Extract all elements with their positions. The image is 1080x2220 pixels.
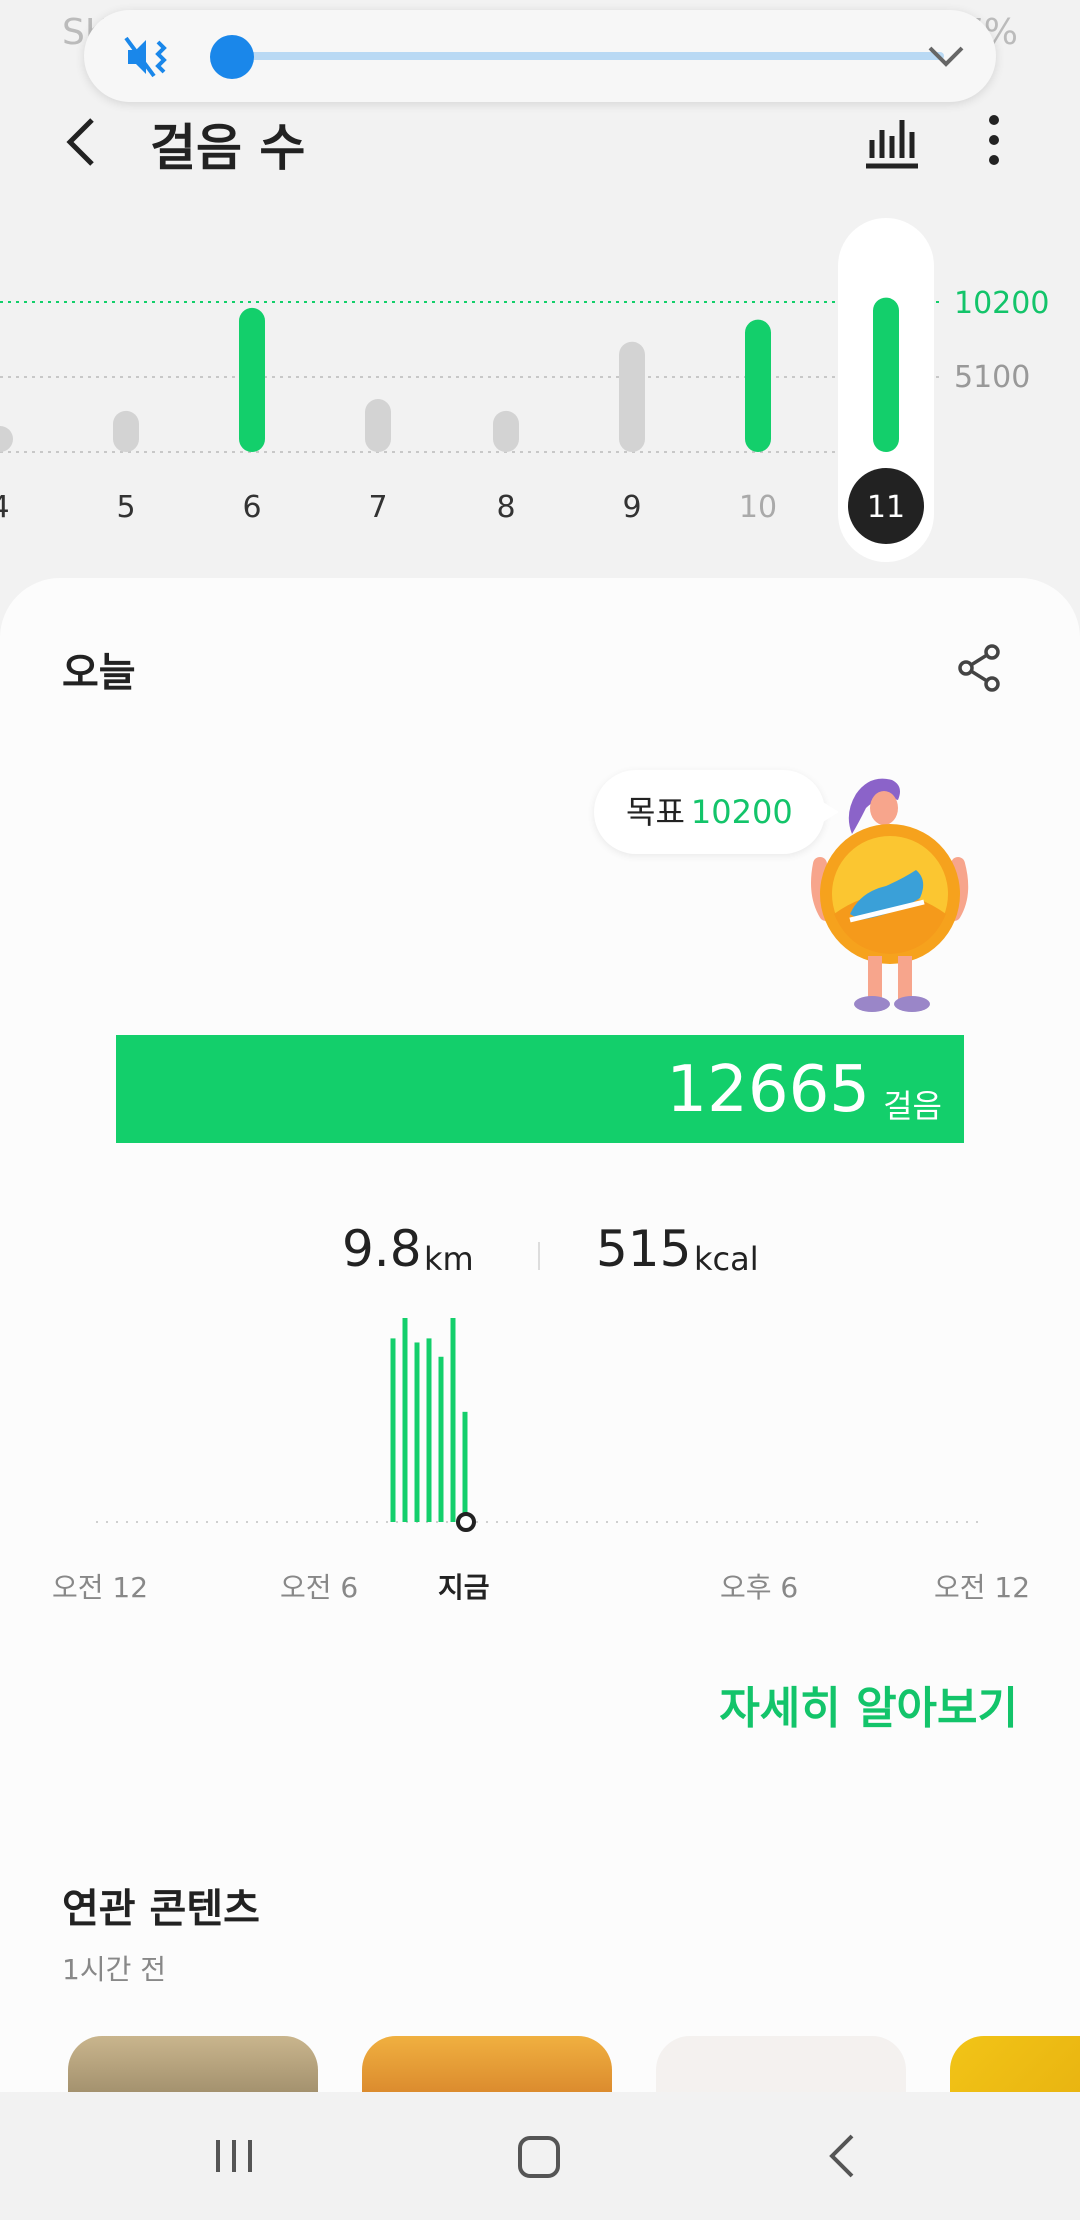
calories-value: 515 (596, 1220, 692, 1278)
volume-slider-thumb[interactable] (210, 35, 254, 79)
daily-steps-progress-bar: 12665 걸음 (116, 1035, 964, 1143)
distance-calorie-stats: 9.8 km 515 kcal (0, 1218, 1080, 1298)
goal-value: 10200 (690, 793, 793, 831)
hourly-bar (462, 1411, 468, 1522)
day-bar-7[interactable] (365, 399, 391, 452)
back-chevron-icon[interactable] (56, 110, 116, 174)
stats-divider (538, 1242, 540, 1270)
day-label-10[interactable]: 10 (739, 490, 777, 525)
day-bar-10[interactable] (745, 319, 771, 452)
volume-panel (84, 10, 996, 102)
hourly-bar (438, 1356, 444, 1522)
steps-count: 12665 (666, 1053, 870, 1127)
distance-value: 9.8 (342, 1220, 422, 1278)
nav-back-icon[interactable] (826, 2132, 858, 2180)
goal-reference-label: 10200 (954, 286, 1050, 321)
more-vertical-icon[interactable] (976, 110, 1012, 170)
hourly-bar (450, 1318, 456, 1522)
day-label-11[interactable]: 11 (867, 490, 905, 525)
hourly-bar (426, 1338, 432, 1522)
distance-unit: km (424, 1240, 474, 1278)
mute-vibrate-icon[interactable] (124, 34, 180, 80)
day-bar-4[interactable] (0, 426, 13, 452)
weekly-steps-chart[interactable]: 4 5 6 7 8 9 10 11 10200 5100 (0, 210, 1080, 570)
day-bar-8[interactable] (493, 410, 519, 452)
related-content-title: 연관 콘텐츠 (62, 1886, 260, 1932)
day-label-9[interactable]: 9 (622, 490, 641, 525)
related-thumbnail[interactable] (656, 2036, 906, 2092)
hourly-chart-svg (96, 1318, 986, 1532)
today-card: 오늘 목표 10200 12665 걸음 9.8 km 515 kcal 오전 … (0, 578, 1080, 2092)
related-thumbnail[interactable] (362, 2036, 612, 2092)
time-label-now: 지금 (438, 1571, 490, 1604)
hourly-steps-chart: 오전 12 오전 6 지금 오후 6 오전 12 (0, 1318, 1080, 1604)
hourly-bar (390, 1338, 396, 1522)
day-bar-9[interactable] (619, 341, 645, 452)
steps-unit: 걸음 (883, 1087, 942, 1125)
chevron-down-icon[interactable] (924, 38, 968, 74)
day-label-7[interactable]: 7 (368, 490, 387, 525)
related-thumbnail[interactable] (68, 2036, 318, 2092)
now-marker (456, 1512, 476, 1532)
recent-apps-icon[interactable] (212, 2136, 256, 2176)
calories-unit: kcal (694, 1240, 759, 1278)
related-content-carousel[interactable] (0, 2036, 1080, 2092)
day-label-8[interactable]: 8 (496, 490, 515, 525)
home-icon[interactable] (516, 2134, 562, 2180)
related-content-time: 1시간 전 (62, 1953, 166, 1986)
goal-bubble: 목표 10200 (594, 770, 839, 854)
bar-chart-icon[interactable] (862, 110, 922, 170)
day-bar-6[interactable] (239, 307, 265, 452)
time-label-midnight-end: 오전 12 (934, 1571, 1031, 1604)
learn-more-link[interactable]: 자세히 알아보기 (719, 1672, 1018, 1736)
time-label-six-am: 오전 6 (280, 1571, 359, 1604)
page-title: 걸음 수 (150, 119, 306, 177)
hourly-bar (402, 1318, 408, 1522)
half-goal-reference-label: 5100 (954, 360, 1031, 395)
weekly-chart-svg: 4 5 6 7 8 9 10 11 (0, 218, 940, 562)
day-bar-11[interactable] (873, 297, 899, 452)
time-label-midnight-am: 오전 12 (52, 1571, 149, 1604)
day-label-6[interactable]: 6 (242, 490, 261, 525)
goal-label: 목표 (626, 793, 685, 831)
system-navigation-bar (0, 2092, 1080, 2220)
hourly-bar (414, 1342, 420, 1522)
day-bar-5[interactable] (113, 410, 139, 452)
day-label-5[interactable]: 5 (116, 490, 135, 525)
related-thumbnail[interactable] (950, 2036, 1080, 2092)
app-bar: 걸음 수 (0, 104, 1080, 180)
time-label-six-pm: 오후 6 (720, 1571, 799, 1604)
volume-slider-track[interactable] (230, 52, 944, 60)
share-icon[interactable] (954, 642, 1004, 694)
goal-achieved-illustration (811, 778, 969, 1012)
today-heading: 오늘 (62, 650, 136, 696)
day-label-4[interactable]: 4 (0, 490, 10, 525)
